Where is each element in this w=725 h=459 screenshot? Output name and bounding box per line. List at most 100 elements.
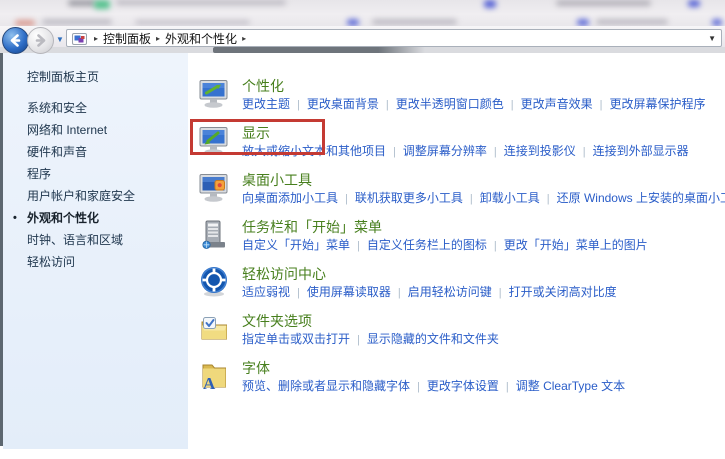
folder-options-icon[interactable] — [197, 312, 231, 346]
main-content: 个性化 更改主题 | 更改桌面背景 | 更改半透明窗口颜色 | 更改声音效果 | 更改屏幕保护程… — [188, 53, 725, 406]
sidebar: • 控制面板主页 • 系统和安全 • 网络和 Internet • 硬件和声音 … — [3, 53, 188, 449]
link-separator: | — [398, 287, 401, 299]
blur-blob — [135, 20, 250, 25]
link-separator: | — [499, 287, 502, 299]
task-link[interactable]: 更改声音效果 — [521, 97, 593, 111]
category-section: 显示 放大或缩小文本和其他项目 | 调整屏幕分辨率 | 连接到投影仪 | 连接到外部显示器 — [197, 124, 725, 160]
task-link[interactable]: 调整屏幕分辨率 — [403, 144, 487, 158]
blur-blob — [116, 0, 286, 5]
category-links: 向桌面添加小工具|联机获取更多小工具|卸载小工具|还原 Windows 上安装的… — [242, 191, 725, 207]
control-panel-window: ▼ ▸ 控制面板 ▸ 外观和个性化 ▸ ▼ • 控制面板主页 • 系统和安全 •… — [0, 0, 725, 459]
task-link[interactable]: 使用屏幕读取器 — [307, 285, 391, 299]
control-panel-icon — [72, 32, 87, 44]
task-link[interactable]: 放大或缩小文本和其他项目 — [242, 144, 386, 158]
task-link[interactable]: 启用轻松访问键 — [408, 285, 492, 299]
task-link[interactable]: 指定单击或双击打开 — [242, 332, 350, 346]
category-title[interactable]: 字体 — [242, 360, 270, 376]
sidebar-item-2[interactable]: • 网络和 Internet — [3, 119, 188, 141]
recent-pages-dropdown-icon[interactable]: ▼ — [56, 35, 64, 44]
desktop-gadgets-icon[interactable] — [197, 171, 231, 205]
task-link[interactable]: 显示隐藏的文件和文件夹 — [367, 332, 499, 346]
breadcrumb-item-control-panel[interactable]: 控制面板 — [103, 30, 151, 47]
forward-button[interactable] — [27, 27, 54, 54]
sidebar-item-4[interactable]: • 程序 — [3, 163, 188, 185]
link-separator: | — [357, 334, 360, 346]
category-title[interactable]: 个性化 — [242, 78, 284, 94]
breadcrumb-separator-icon: ▸ — [94, 34, 98, 43]
category-title[interactable]: 任务栏和「开始」菜单 — [242, 219, 382, 235]
sidebar-item-label: 用户帐户和家庭安全 — [27, 189, 135, 203]
sidebar-item-6[interactable]: • 外观和个性化 — [3, 207, 188, 229]
task-link[interactable]: 卸载小工具 — [480, 191, 540, 205]
sidebar-item-5[interactable]: • 用户帐户和家庭安全 — [3, 185, 188, 207]
category-section: 桌面小工具 向桌面添加小工具|联机获取更多小工具|卸载小工具|还原 Window… — [197, 171, 725, 207]
category-title[interactable]: 显示 — [242, 125, 270, 141]
category-title[interactable]: 桌面小工具 — [242, 172, 312, 188]
fonts-icon[interactable]: A — [197, 359, 231, 393]
sidebar-item-label: 程序 — [27, 167, 51, 181]
svg-text:A: A — [203, 374, 216, 393]
task-link[interactable]: 自定义任务栏上的图标 — [367, 238, 487, 252]
taskbar-start-menu-icon[interactable] — [197, 218, 231, 252]
task-link[interactable]: 连接到投影仪 — [504, 144, 576, 158]
link-separator: | — [470, 193, 473, 205]
task-link[interactable]: 更改半透明窗口颜色 — [396, 97, 504, 111]
blur-blob — [556, 0, 651, 6]
breadcrumb-item-appearance[interactable]: 外观和个性化 — [165, 30, 237, 47]
ease-of-access-icon[interactable] — [197, 265, 231, 299]
category-links: 预览、删除或者显示和隐藏字体|更改字体设置|调整 ClearType 文本 — [242, 379, 625, 395]
sidebar-item-3[interactable]: • 硬件和声音 — [3, 141, 188, 163]
link-separator: | — [494, 146, 497, 158]
display-monitor-icon[interactable] — [197, 124, 231, 158]
link-separator: | — [506, 381, 509, 393]
task-link[interactable]: 预览、删除或者显示和隐藏字体 — [242, 379, 410, 393]
window-border — [0, 53, 3, 446]
task-link[interactable]: 连接到外部显示器 — [593, 144, 689, 158]
task-link[interactable]: 更改字体设置 — [427, 379, 499, 393]
task-link[interactable]: 调整 ClearType 文本 — [516, 379, 625, 393]
link-separator: | — [494, 240, 497, 252]
blur-blob — [347, 19, 359, 26]
sidebar-item-1[interactable]: • 系统和安全 — [3, 97, 188, 119]
blur-blob — [94, 0, 110, 9]
task-link[interactable]: 向桌面添加小工具 — [242, 191, 338, 205]
link-separator: | — [600, 99, 603, 111]
task-link[interactable]: 联机获取更多小工具 — [355, 191, 463, 205]
sidebar-item-7[interactable]: • 时钟、语言和区域 — [3, 229, 188, 251]
personalization-monitor-icon[interactable] — [197, 77, 231, 111]
task-link[interactable]: 自定义「开始」菜单 — [242, 238, 350, 252]
task-link[interactable]: 还原 Windows 上安装的桌面小工具 — [557, 191, 725, 205]
sidebar-item-0[interactable]: • 控制面板主页 — [3, 66, 188, 88]
category-links: 放大或缩小文本和其他项目 | 调整屏幕分辨率 | 连接到投影仪 | 连接到外部显示器 — [242, 144, 689, 160]
address-bar[interactable]: ▸ 控制面板 ▸ 外观和个性化 ▸ ▼ — [66, 29, 722, 47]
sidebar-item-label: 轻松访问 — [27, 255, 75, 269]
blur-blob — [68, 0, 96, 6]
task-link[interactable]: 更改主题 — [242, 97, 290, 111]
category-links: 指定单击或双击打开 | 显示隐藏的文件和文件夹 — [242, 332, 499, 348]
task-link[interactable]: 更改屏幕保护程序 — [610, 97, 706, 111]
link-separator: | — [357, 240, 360, 252]
task-link[interactable]: 适应弱视 — [242, 285, 290, 299]
address-dropdown-icon[interactable]: ▼ — [708, 34, 716, 43]
blur-blob — [484, 0, 496, 8]
link-separator: | — [297, 287, 300, 299]
task-link[interactable]: 更改桌面背景 — [307, 97, 379, 111]
category-section: A 字体 预览、删除或者显示和隐藏字体|更改字体设置|调整 ClearType … — [197, 359, 725, 395]
sidebar-item-label: 硬件和声音 — [27, 145, 87, 159]
link-separator: | — [583, 146, 586, 158]
back-button[interactable] — [2, 27, 29, 54]
blur-blob — [42, 19, 112, 25]
category-links: 适应弱视 | 使用屏幕读取器 | 启用轻松访问键 | 打开或关闭高对比度 — [242, 285, 617, 301]
category-body: 个性化 更改主题|更改桌面背景|更改半透明窗口颜色|更改声音效果|更改屏幕保护程… — [242, 77, 706, 113]
blur-blob — [372, 19, 457, 25]
link-separator: | — [393, 146, 396, 158]
task-link[interactable]: 更改「开始」菜单上的图片 — [504, 238, 648, 252]
category-links: 更改主题|更改桌面背景|更改半透明窗口颜色|更改声音效果|更改屏幕保护程序 — [242, 97, 706, 113]
link-separator: | — [386, 99, 389, 111]
category-title[interactable]: 文件夹选项 — [242, 313, 312, 329]
category-title[interactable]: 轻松访问中心 — [242, 266, 326, 282]
task-link[interactable]: 打开或关闭高对比度 — [509, 285, 617, 299]
category-body: 文件夹选项 指定单击或双击打开 | 显示隐藏的文件和文件夹 — [242, 312, 499, 348]
sidebar-item-8[interactable]: • 轻松访问 — [3, 251, 188, 273]
blur-blob — [596, 19, 668, 25]
